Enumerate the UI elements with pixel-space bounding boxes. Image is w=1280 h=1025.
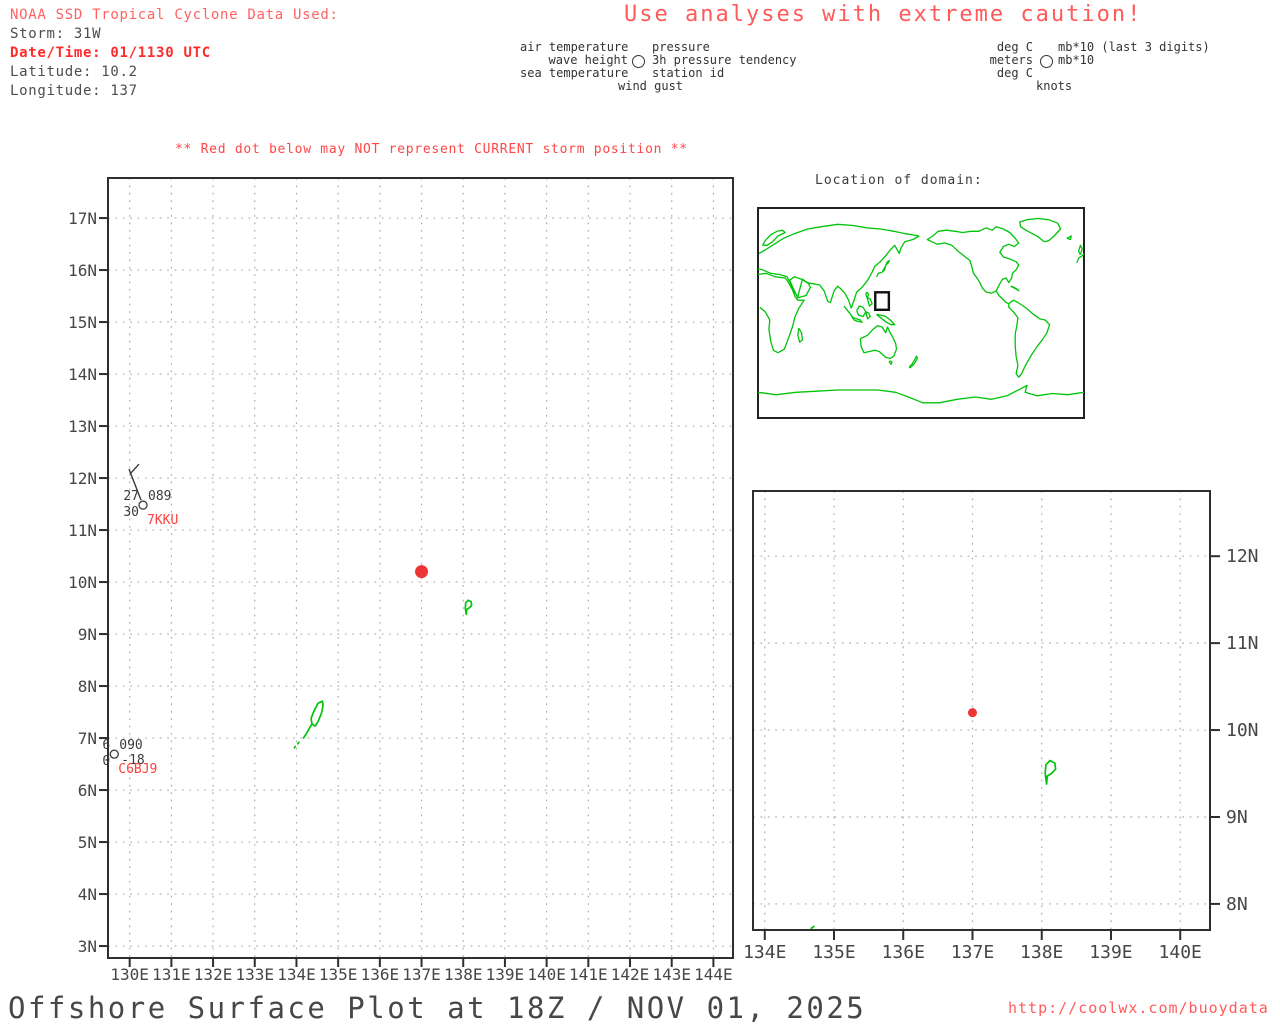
coastline <box>926 226 1020 294</box>
coastline <box>1066 235 1072 241</box>
x-tick-label: 136E <box>882 942 925 963</box>
plot-layer: 130E 131E 132E 133E 134E 135E 136E 137E 138E 139E… <box>68 177 1259 984</box>
coastline <box>1077 244 1083 255</box>
coastline <box>758 223 920 255</box>
zoom-plot-frame <box>752 490 1211 931</box>
x-tick-label: 141E <box>569 965 608 984</box>
storm-position-dot <box>415 565 429 579</box>
coastline <box>865 311 871 320</box>
coastline <box>1008 299 1051 378</box>
x-tick-label: 143E <box>652 965 691 984</box>
x-tick-label: 132E <box>194 965 233 984</box>
coastline <box>757 268 852 309</box>
coastline <box>908 355 919 369</box>
y-tick-label: 15N <box>68 313 97 332</box>
y-tick-label: 10N <box>68 573 97 592</box>
y-tick-label: 12N <box>1226 546 1259 567</box>
y-tick-label: 3N <box>78 937 97 956</box>
y-tick-label: 6N <box>78 781 97 800</box>
y-tick-label: 16N <box>68 261 97 280</box>
world-map <box>757 207 1085 419</box>
station-id-label: C6BJ9 <box>118 762 157 777</box>
station-pressure: 089 <box>148 489 171 504</box>
x-tick-label: 137E <box>951 942 994 963</box>
y-tick-label: 8N <box>1226 894 1248 915</box>
y-tick-label: 12N <box>68 469 97 488</box>
station-sea-temp: 30 <box>123 505 139 520</box>
x-tick-label: 135E <box>812 942 855 963</box>
station-7KKU: 27 089 30 7KKU <box>123 463 178 528</box>
y-tick-label: 5N <box>78 833 97 852</box>
y-tick-label: 8N <box>78 677 97 696</box>
coastline <box>1010 285 1020 292</box>
coastline <box>1019 217 1062 243</box>
y-tick-label: 11N <box>68 521 97 540</box>
island-outline-palau-loop <box>310 700 324 727</box>
buoy-plot-page: { "colors": { "red_soft": "#ff6262", "re… <box>0 0 1280 1025</box>
x-tick-label: 139E <box>1089 942 1132 963</box>
storm-position-dot <box>967 708 977 718</box>
coastline <box>865 291 873 307</box>
island-outline-palau-islet-1 <box>296 741 300 745</box>
x-tick-label: 134E <box>277 965 316 984</box>
main-plot: 130E 131E 132E 133E 134E 135E 136E 137E 138E 139E… <box>68 177 734 984</box>
station-circle <box>109 749 119 759</box>
x-tick-label: 140E <box>1159 942 1202 963</box>
station-sea-temp: 0 <box>102 754 110 769</box>
x-tick-label: 138E <box>1020 942 1063 963</box>
coastline <box>1076 253 1085 264</box>
coastline <box>843 305 863 323</box>
x-tick-label: 139E <box>486 965 525 984</box>
x-tick-label: 136E <box>361 965 400 984</box>
x-tick-label: 135E <box>319 965 358 984</box>
island-outline-yap <box>1044 759 1057 785</box>
page-title: Offshore Surface Plot at 18Z / NOV 01, 2… <box>8 991 867 1025</box>
coastline <box>876 313 896 326</box>
x-tick-label: 144E <box>694 965 733 984</box>
x-tick-label: 131E <box>152 965 191 984</box>
y-tick-label: 10N <box>1226 720 1259 741</box>
y-tick-label: 17N <box>68 209 97 228</box>
station-C6BJ9: 6 0900 -18C6BJ9 <box>102 738 157 777</box>
island-outline-palau-tip <box>810 925 815 930</box>
x-tick-label: 134E <box>743 942 786 963</box>
island-outline-palau-islet-2 <box>293 745 297 749</box>
world-map-frame <box>757 207 1085 419</box>
source-url[interactable]: http://coolwx.com/buoydata <box>1008 999 1269 1017</box>
coastline <box>888 360 893 365</box>
domain-box <box>874 291 891 311</box>
coastline <box>995 290 1010 305</box>
coastline <box>856 305 867 318</box>
coastline <box>850 235 920 309</box>
y-tick-label: 9N <box>1226 807 1248 828</box>
zoom-plot: 134E 135E 136E 137E 138E 139E 140E 8N 9N 10N 11N 12… <box>743 490 1259 963</box>
station-circle <box>138 500 148 510</box>
y-tick-label: 14N <box>68 365 97 384</box>
station-pressure: 090 <box>119 738 142 753</box>
coastline <box>761 229 786 246</box>
wind-barb <box>129 463 140 475</box>
y-tick-label: 4N <box>78 885 97 904</box>
x-tick-label: 138E <box>444 965 483 984</box>
coastline <box>797 327 804 343</box>
island-outline-palau-tail <box>302 723 313 739</box>
coastline <box>757 272 805 354</box>
x-tick-label: 133E <box>235 965 274 984</box>
y-tick-label: 11N <box>1226 633 1259 654</box>
x-tick-label: 142E <box>611 965 650 984</box>
coastline <box>859 325 898 360</box>
x-tick-label: 137E <box>402 965 441 984</box>
coastline <box>757 384 1085 404</box>
island-outline-yap <box>464 599 473 616</box>
x-tick-label: 140E <box>527 965 566 984</box>
y-tick-label: 13N <box>68 417 97 436</box>
y-tick-label: 9N <box>78 625 97 644</box>
y-tick-label: 7N <box>78 729 97 748</box>
x-tick-label: 130E <box>110 965 149 984</box>
station-air-temp: 6 <box>102 738 110 753</box>
station-id-label: 7KKU <box>147 513 178 528</box>
station-air-temp: 27 <box>123 489 139 504</box>
